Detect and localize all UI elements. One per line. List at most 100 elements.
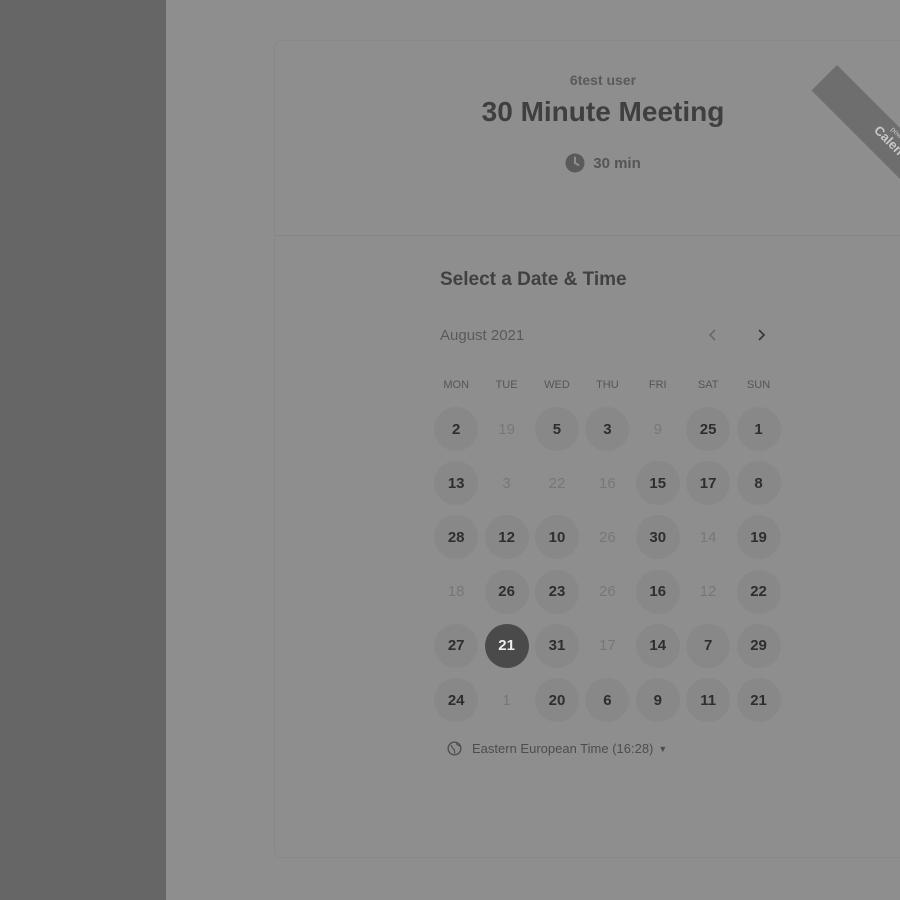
- weekday-label: FRI: [648, 379, 667, 391]
- calendar-day[interactable]: 24: [431, 673, 481, 727]
- duration-label: 30 min: [593, 154, 641, 172]
- calendar-day-label: 7: [686, 623, 731, 668]
- calendar-day: 9: [633, 402, 683, 456]
- calendar-day[interactable]: 19: [733, 510, 783, 564]
- calendar-day[interactable]: 25: [683, 402, 733, 456]
- event-duration: 30 min: [275, 153, 900, 173]
- calendar-day-label: 17: [599, 637, 616, 655]
- calendar-day[interactable]: 9: [633, 673, 683, 727]
- calendar-day[interactable]: 6: [582, 673, 632, 727]
- calendar-day[interactable]: 12: [481, 510, 531, 564]
- calendar-day[interactable]: 2: [431, 402, 481, 456]
- calendar-day-label: 22: [736, 569, 781, 614]
- calendar-day-label: 12: [484, 515, 529, 560]
- next-month-button[interactable]: [749, 323, 773, 347]
- calendar-day[interactable]: 23: [532, 565, 582, 619]
- calendar-day[interactable]: 14: [633, 619, 683, 673]
- weekday-label: WED: [544, 379, 570, 391]
- calendar-day-label: 26: [599, 528, 616, 546]
- calendar-day-label: 23: [534, 569, 579, 614]
- timezone-selector[interactable]: Eastern European Time (16:28) ▼: [447, 741, 667, 756]
- weekday-label: MON: [443, 379, 470, 391]
- caret-down-icon: ▼: [658, 743, 668, 754]
- calendar-day-label: 30: [635, 515, 680, 560]
- calendar-day[interactable]: 21: [733, 673, 783, 727]
- calendar-day[interactable]: 16: [633, 565, 683, 619]
- calendar-day[interactable]: 31: [532, 619, 582, 673]
- calendar-day[interactable]: 15: [633, 456, 683, 510]
- calendar-day-label: 3: [585, 407, 630, 452]
- header-divider: [275, 235, 900, 236]
- calendar-day-label: 9: [635, 678, 680, 723]
- globe-icon: [447, 741, 462, 756]
- calendar-day-label: 26: [599, 583, 616, 601]
- calendar-day-label: 21: [484, 623, 529, 668]
- calendar-day-label: 15: [635, 461, 680, 506]
- calendar-day-label: 21: [736, 678, 781, 723]
- calendar-day: 12: [683, 565, 733, 619]
- calendar-day[interactable]: 10: [532, 510, 582, 564]
- calendar-day[interactable]: 29: [733, 619, 783, 673]
- calendar-day[interactable]: 20: [532, 673, 582, 727]
- calendar-day-label: 5: [534, 407, 579, 452]
- calendar-day[interactable]: 8: [733, 456, 783, 510]
- calendar-day: 17: [582, 619, 632, 673]
- calendar-day-label: 11: [686, 678, 731, 723]
- calendar-day-selected[interactable]: 21: [481, 619, 531, 673]
- calendar-day-label: 25: [686, 407, 731, 452]
- calendar-day-label: 1: [502, 691, 511, 709]
- calendar-day-label: 19: [736, 515, 781, 560]
- calendar-day[interactable]: 26: [481, 565, 531, 619]
- calendar-day-label: 18: [447, 583, 465, 601]
- calendar-day[interactable]: 13: [431, 456, 481, 510]
- calendar-day[interactable]: 30: [633, 510, 683, 564]
- calendar-day[interactable]: 1: [733, 402, 783, 456]
- calendar-day-label: 6: [585, 678, 630, 723]
- weekday-label: TUE: [495, 379, 518, 391]
- calendar-day[interactable]: 17: [683, 456, 733, 510]
- calendar-day-label: 28: [434, 515, 479, 560]
- calendar-day: 22: [532, 456, 582, 510]
- calendar-day-label: 20: [534, 678, 579, 723]
- calendar-day: 14: [683, 510, 733, 564]
- host-name: 6test user: [569, 72, 637, 88]
- calendar-day-label: 26: [484, 569, 529, 614]
- event-title: 30 Minute Meeting: [481, 96, 725, 127]
- calendar-day-label: 2: [434, 407, 479, 452]
- calendar-day-label: 31: [534, 623, 579, 668]
- calendar-day: 19: [481, 402, 531, 456]
- calendar-day[interactable]: 28: [431, 510, 481, 564]
- timezone-label: Eastern European Time (16:28): [472, 741, 654, 756]
- calendar-day-label: 29: [736, 623, 781, 668]
- calendar-day-label: 17: [686, 461, 731, 506]
- calendar-day[interactable]: 5: [532, 402, 582, 456]
- calendar-day-label: 1: [736, 407, 781, 452]
- calendar-day: 18: [431, 565, 481, 619]
- section-title: Select a Date & Time: [440, 269, 627, 290]
- month-label: August 2021: [440, 327, 525, 344]
- weekday-label: SUN: [746, 379, 771, 391]
- calendar-day: 1: [481, 673, 531, 727]
- calendar-day-label: 12: [699, 583, 717, 601]
- calendar-day-label: 16: [635, 569, 680, 614]
- calendar-day[interactable]: 22: [733, 565, 783, 619]
- calendar-day-label: 14: [635, 623, 680, 668]
- left-panel: [0, 0, 166, 900]
- calendar-day-label: 16: [599, 474, 616, 492]
- calendar-day[interactable]: 7: [683, 619, 733, 673]
- prev-month-button[interactable]: [701, 323, 725, 347]
- calendar-day[interactable]: 11: [683, 673, 733, 727]
- calendar-day-label: 3: [502, 474, 511, 492]
- calendar-day[interactable]: 3: [582, 402, 632, 456]
- calendar-day: 16: [582, 456, 632, 510]
- calendar-day-label: 24: [434, 678, 479, 723]
- calendar-day-label: 27: [434, 623, 479, 668]
- calendar-day[interactable]: 27: [431, 619, 481, 673]
- weekday-label: THU: [596, 379, 619, 391]
- weekday-label: SAT: [697, 379, 719, 391]
- calendar-day: 3: [481, 456, 531, 510]
- booking-card: pow Calen 6test user 30 Minute Meeting 3…: [274, 40, 900, 858]
- calendar-day-label: 9: [653, 420, 662, 438]
- calendar-day: 26: [582, 565, 632, 619]
- calendar-day-label: 8: [736, 461, 781, 506]
